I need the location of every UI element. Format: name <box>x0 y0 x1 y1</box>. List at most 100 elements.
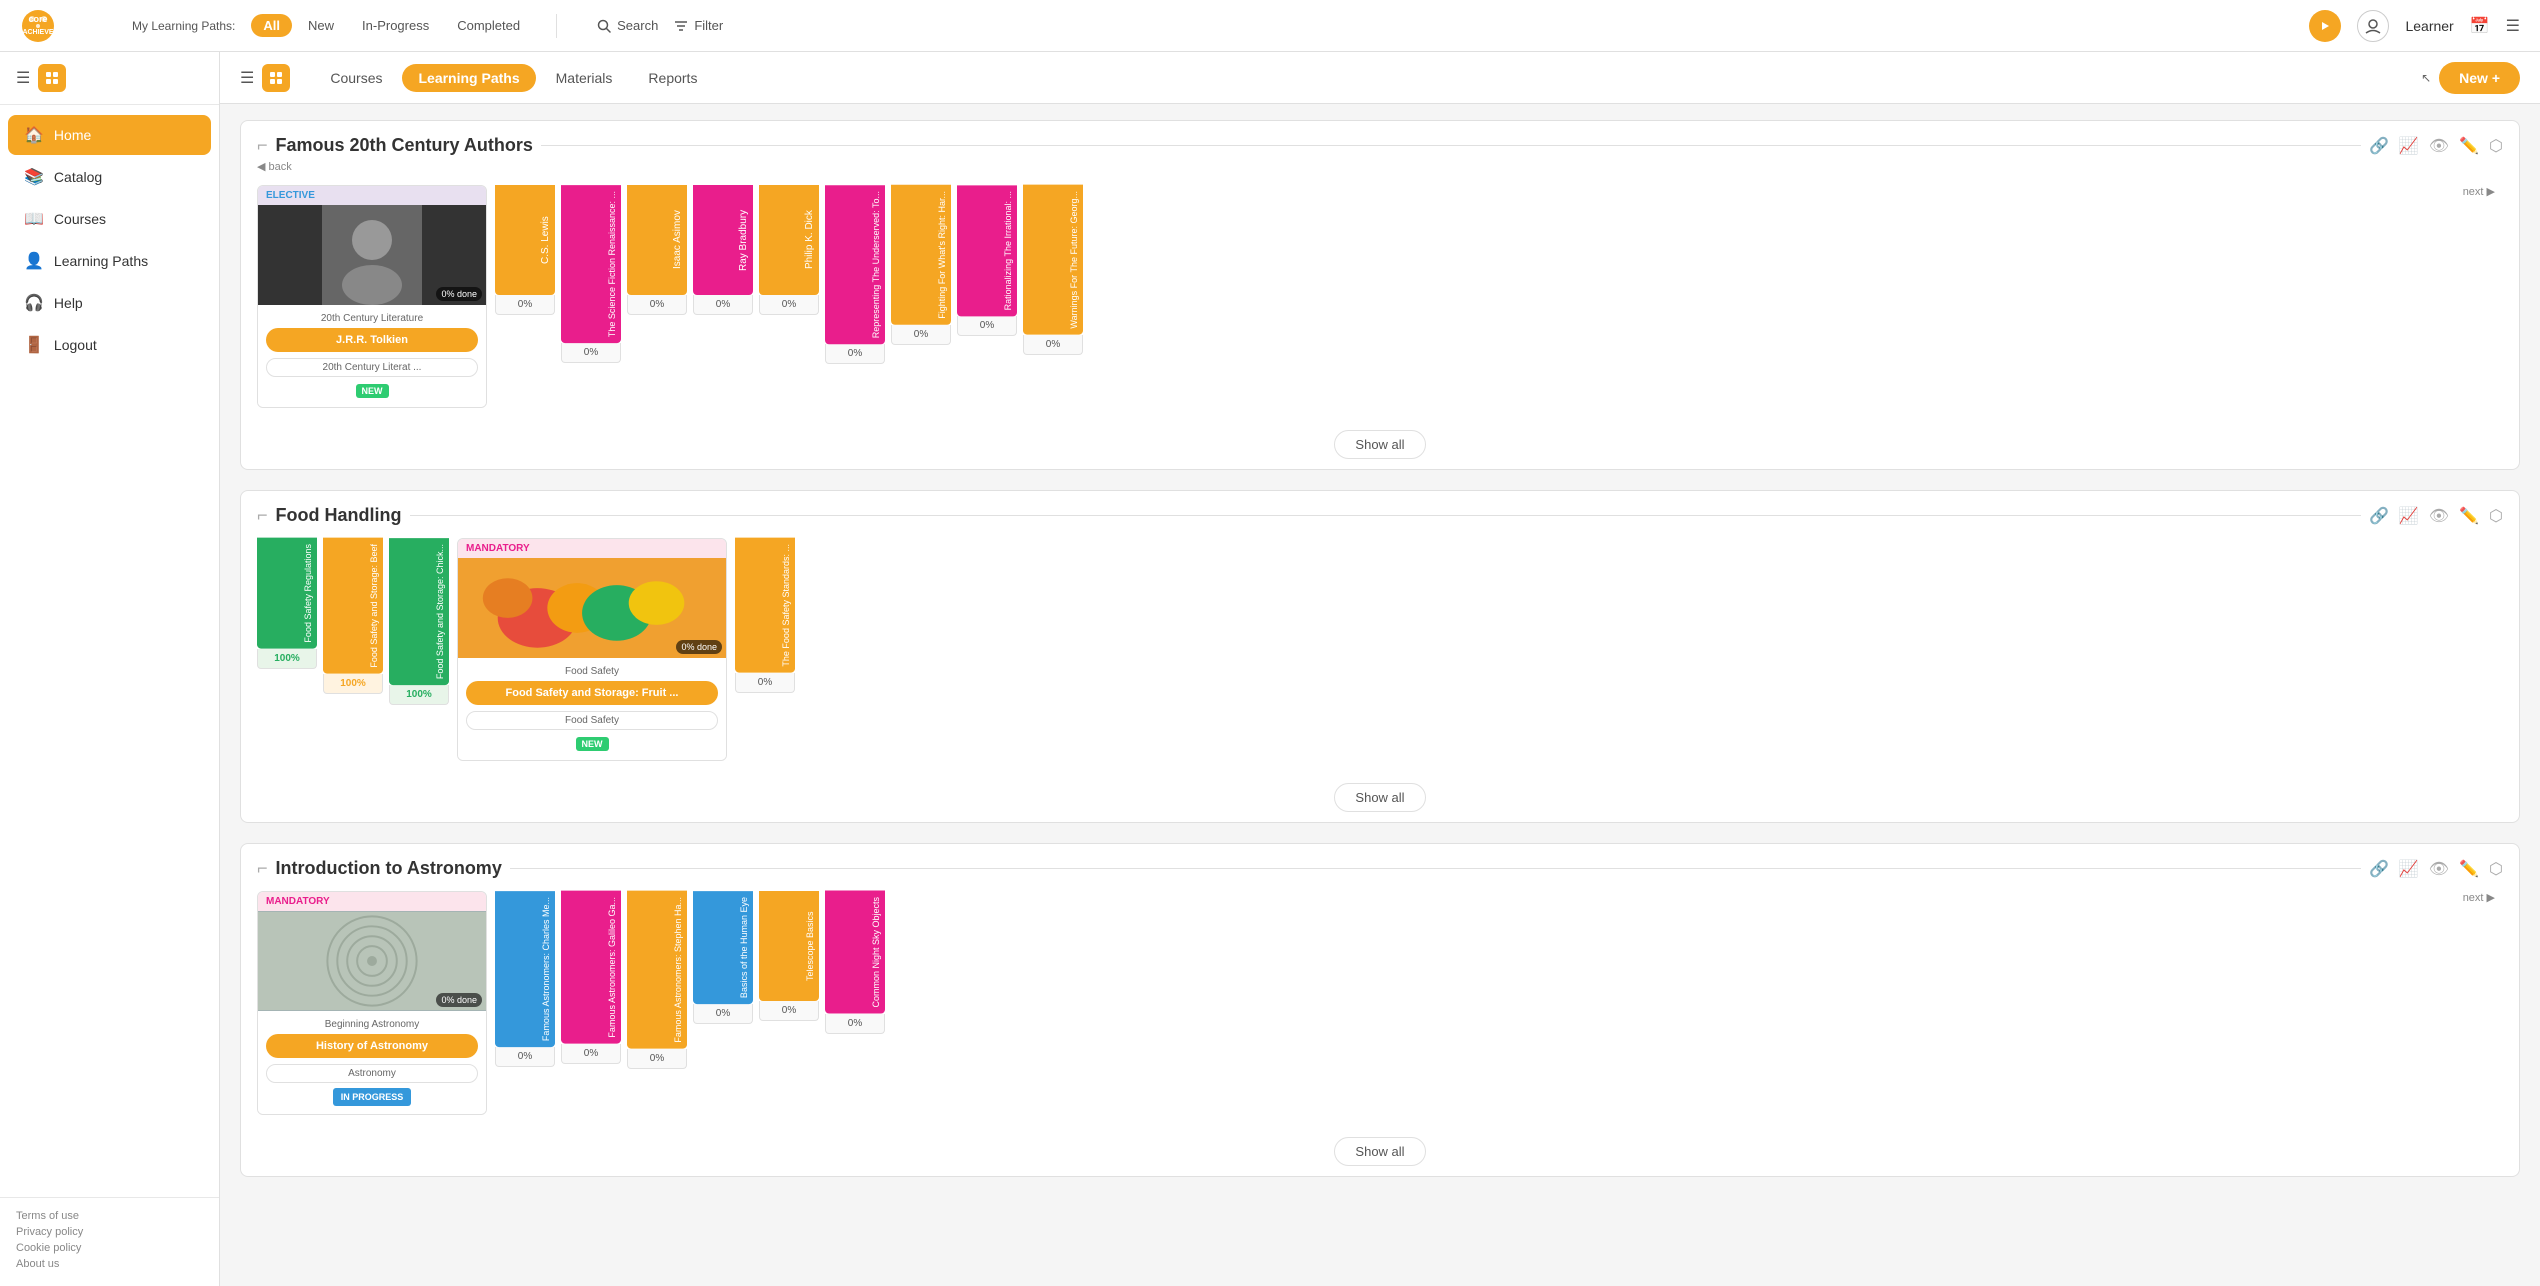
food-course-beef[interactable]: Food Safety and Storage: Beef 100% <box>323 538 383 694</box>
featured-card-tolkien[interactable]: ELECTIVE 0% done 20th Century Literature <box>257 185 487 408</box>
show-all-btn-astro[interactable]: Show all <box>1334 1137 1425 1166</box>
food-course-standards[interactable]: The Food Safety Standards: ... 0% <box>735 538 795 693</box>
astro-course-telescope[interactable]: Telescope Basics 0% <box>759 891 819 1021</box>
subnav-grid-icon[interactable] <box>262 64 290 92</box>
sidebar-item-courses-label: Courses <box>54 211 106 227</box>
food-course-regulations[interactable]: Food Safety Regulations 100% <box>257 538 317 669</box>
food-course-chicken[interactable]: Food Safety and Storage: Chick... 100% <box>389 538 449 705</box>
astro-title-btn[interactable]: History of Astronomy <box>266 1034 478 1058</box>
astro-course-charles[interactable]: Famous Astronomers: Charles Me... 0% <box>495 891 555 1067</box>
course-card-bradbury[interactable]: Ray Bradbury 0% <box>693 185 753 315</box>
sidebar-item-logout[interactable]: 🚪 Logout <box>8 325 211 365</box>
help-icon: 🎧 <box>24 293 44 313</box>
tab-learning-paths[interactable]: Learning Paths <box>402 64 535 92</box>
lp-section-header-food: ⌐ Food Handling 🔗 📈 👁 ✏️ ⬡ <box>241 491 2519 526</box>
course-card-philip-dick[interactable]: Philip K. Dick 0% <box>759 185 819 315</box>
astro-cube-icon[interactable]: ⬡ <box>2489 859 2503 879</box>
subnav-tabs: Courses Learning Paths Materials Reports <box>314 64 713 92</box>
topbar-tab-inprogress[interactable]: In-Progress <box>350 14 441 37</box>
astro-course-cards: Famous Astronomers: Charles Me... 0% Fam… <box>495 891 885 1069</box>
pct-regulations: 100% <box>257 649 317 669</box>
food-line <box>410 515 2361 516</box>
pencil-icon[interactable]: ✏️ <box>2459 136 2479 156</box>
topbar-tab-all[interactable]: All <box>251 14 292 37</box>
about-link[interactable]: About us <box>16 1258 203 1270</box>
course-card-representing[interactable]: Representing The Underserved: To... 0% <box>825 185 885 364</box>
chart-icon[interactable]: 📈 <box>2399 136 2419 156</box>
sidebar-item-courses[interactable]: 📖 Courses <box>8 199 211 239</box>
food-pencil-icon[interactable]: ✏️ <box>2459 506 2479 526</box>
tab-reports[interactable]: Reports <box>632 64 713 92</box>
food-chart-icon[interactable]: 📈 <box>2399 506 2419 526</box>
astro-course-stephen[interactable]: Famous Astronomers: Stephen Ha... 0% <box>627 891 687 1069</box>
course-card-asimov[interactable]: Isaac Asimov 0% <box>627 185 687 315</box>
tolkien-category: 20th Century Literature <box>266 313 478 324</box>
course-card-fighting[interactable]: Fighting For What's Right: Har... 0% <box>891 185 951 345</box>
food-image: 0% done <box>458 558 726 658</box>
course-bar-rationalizing: Rationalizing The Irrational: ... <box>957 185 1017 316</box>
show-all-btn-authors[interactable]: Show all <box>1334 430 1425 459</box>
done-badge-astro: 0% done <box>436 993 482 1007</box>
sidebar-grid-icon[interactable] <box>38 64 66 92</box>
next-nav-astro[interactable]: next ▶ <box>2463 891 2495 904</box>
sidebar-item-learning-paths[interactable]: 👤 Learning Paths <box>8 241 211 281</box>
tab-materials[interactable]: Materials <box>540 64 629 92</box>
pct-human-eye: 0% <box>693 1004 753 1024</box>
back-nav-authors[interactable]: ◀ back <box>257 160 292 173</box>
hamburger-menu-icon[interactable]: ☰ <box>2506 16 2520 36</box>
filter-button[interactable]: Filter <box>674 18 723 33</box>
cookie-link[interactable]: Cookie policy <box>16 1242 203 1254</box>
search-button[interactable]: Search <box>597 18 658 33</box>
astro-link-icon[interactable]: 🔗 <box>2369 859 2389 879</box>
food-eye-icon[interactable]: 👁 <box>2429 506 2449 526</box>
astro-chart-icon[interactable]: 📈 <box>2399 859 2419 879</box>
play-icon <box>2319 20 2331 32</box>
sidebar-item-logout-label: Logout <box>54 337 97 353</box>
link-icon[interactable]: 🔗 <box>2369 136 2389 156</box>
courses-icon: 📖 <box>24 209 44 229</box>
topbar-tab-completed[interactable]: Completed <box>445 14 532 37</box>
cube-icon[interactable]: ⬡ <box>2489 136 2503 156</box>
tolkien-image: 0% done <box>258 205 486 305</box>
sidebar-item-catalog[interactable]: 📚 Catalog <box>8 157 211 197</box>
lp-courses-astro: MANDATORY 0% done <box>241 879 2519 1127</box>
course-card-cs-lewis[interactable]: C.S. Lewis 0% <box>495 185 555 315</box>
terms-link[interactable]: Terms of use <box>16 1210 203 1222</box>
tab-courses[interactable]: Courses <box>314 64 398 92</box>
food-course-cards: Food Safety Regulations 100% Food Safety… <box>257 538 449 705</box>
astro-course-galileo[interactable]: Famous Astronomers: Galileo Ga... 0% <box>561 891 621 1064</box>
lp-section-title-authors: Famous 20th Century Authors <box>276 135 533 156</box>
next-nav-authors[interactable]: next ▶ <box>2463 185 2495 198</box>
eye-icon[interactable]: 👁 <box>2429 136 2449 156</box>
pct-chicken: 100% <box>389 685 449 705</box>
course-card-rationalizing[interactable]: Rationalizing The Irrational: ... 0% <box>957 185 1017 336</box>
food-cube-icon[interactable]: ⬡ <box>2489 506 2503 526</box>
featured-card-food[interactable]: MANDATORY 0% done <box>457 538 727 761</box>
search-label: Search <box>617 18 658 33</box>
calendar-icon[interactable]: 📅 <box>2470 16 2490 36</box>
food-link-icon[interactable]: 🔗 <box>2369 506 2389 526</box>
show-all-btn-food[interactable]: Show all <box>1334 783 1425 812</box>
play-button[interactable] <box>2309 10 2341 42</box>
show-all-food: Show all <box>241 773 2519 822</box>
user-avatar[interactable] <box>2357 10 2389 42</box>
astro-eye-icon[interactable]: 👁 <box>2429 859 2449 879</box>
course-card-warnings[interactable]: Warnings For The Future: Georg... 0% <box>1023 185 1083 355</box>
tolkien-title-btn[interactable]: J.R.R. Tolkien <box>266 328 478 352</box>
sidebar-item-home[interactable]: 🏠 Home <box>8 115 211 155</box>
astro-course-human-eye[interactable]: Basics of the Human Eye 0% <box>693 891 753 1024</box>
section-line <box>541 145 2361 146</box>
course-card-sci-fi[interactable]: The Science Fiction Renaissance: ... 0% <box>561 185 621 363</box>
new-button[interactable]: New + <box>2439 62 2520 94</box>
sidebar-menu-icon[interactable]: ☰ <box>16 68 30 88</box>
lp-section-astronomy: ⌐ Introduction to Astronomy 🔗 📈 👁 ✏️ ⬡ M… <box>240 843 2520 1177</box>
food-title-btn[interactable]: Food Safety and Storage: Fruit ... <box>466 681 718 705</box>
subnav-menu-icon[interactable]: ☰ <box>240 68 254 88</box>
privacy-link[interactable]: Privacy policy <box>16 1226 203 1238</box>
featured-card-astro[interactable]: MANDATORY 0% done <box>257 891 487 1115</box>
sidebar-item-help[interactable]: 🎧 Help <box>8 283 211 323</box>
astro-pencil-icon[interactable]: ✏️ <box>2459 859 2479 879</box>
topbar-tab-new[interactable]: New <box>296 14 346 37</box>
astro-course-night-sky[interactable]: Common Night Sky Objects 0% <box>825 891 885 1034</box>
content-area: ☰ Courses Learning Paths Materials Repor… <box>220 52 2540 1286</box>
